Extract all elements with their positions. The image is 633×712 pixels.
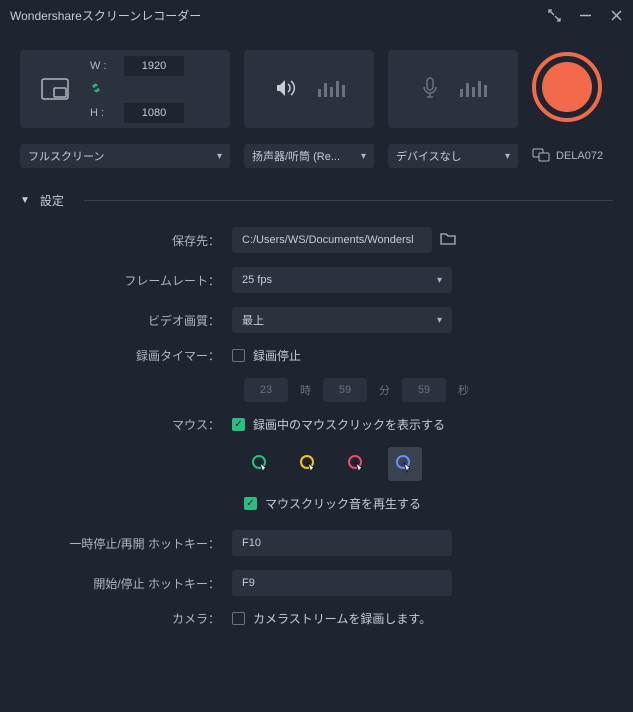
system-audio-value: 扬声器/听筒 (Re... (252, 148, 340, 164)
width-label: W : (90, 60, 116, 72)
camera-record-label: カメラストリームを録画します。 (253, 610, 431, 627)
settings-header[interactable]: ▼ 設定 (0, 172, 633, 217)
record-button[interactable] (532, 52, 602, 122)
chevron-down-icon: ▾ (361, 151, 366, 162)
audio-level-icon (318, 81, 345, 97)
quality-value: 最上 (242, 312, 264, 328)
system-audio-panel[interactable] (244, 50, 374, 128)
record-button-inner (542, 62, 592, 112)
microphone-select[interactable]: デバイスなし ▾ (388, 144, 518, 168)
link-aspect-icon[interactable] (90, 82, 102, 97)
width-input[interactable] (124, 56, 184, 76)
monitors-icon (532, 148, 550, 165)
window-controls (548, 9, 623, 22)
show-clicks-checkbox[interactable] (232, 418, 245, 431)
collapse-caret-icon: ▼ (20, 195, 30, 206)
timer-minutes-input[interactable] (323, 378, 367, 402)
window-title: Wondershareスクリーンレコーダー (10, 7, 201, 24)
timer-seconds-unit: 秒 (458, 382, 469, 398)
system-audio-select[interactable]: 扬声器/听筒 (Re... ▾ (244, 144, 374, 168)
expand-icon[interactable] (548, 9, 561, 22)
select-row: フルスクリーン ▾ 扬声器/听筒 (Re... ▾ デバイスなし ▾ DELA0… (0, 136, 633, 172)
timer-hours-input[interactable] (244, 378, 288, 402)
timer-stop-label: 録画停止 (253, 347, 301, 364)
click-color-option[interactable] (340, 447, 374, 481)
microphone-icon (420, 76, 440, 103)
timer-minutes-unit: 分 (379, 382, 390, 398)
save-path-label: 保存先： (30, 232, 220, 249)
click-color-option[interactable] (388, 447, 422, 481)
camera-label: カメラ： (30, 610, 220, 627)
click-sound-checkbox[interactable] (244, 497, 257, 510)
mouse-label: マウス： (30, 416, 220, 433)
screen-mode-value: フルスクリーン (28, 148, 104, 164)
timer-stop-checkbox[interactable] (232, 349, 245, 362)
output-device: DELA072 (532, 148, 603, 165)
quality-select[interactable]: 最上 ▾ (232, 307, 452, 333)
close-icon[interactable] (610, 9, 623, 22)
click-color-options (244, 447, 603, 481)
chevron-down-icon: ▾ (437, 315, 442, 326)
minimize-icon[interactable] (579, 9, 592, 22)
chevron-down-icon: ▾ (217, 151, 222, 162)
click-sound-label: マウスクリック音を再生する (265, 495, 421, 512)
settings-label: 設定 (40, 192, 64, 209)
camera-record-checkbox[interactable] (232, 612, 245, 625)
pause-hotkey-input[interactable] (232, 530, 452, 556)
screen-region-icon[interactable] (20, 78, 90, 100)
screen-panel: W : H : (20, 50, 230, 128)
save-path-input[interactable] (232, 227, 432, 253)
microphone-panel[interactable] (388, 50, 518, 128)
pause-hotkey-label: 一時停止/再開 ホットキー： (30, 535, 220, 552)
framerate-select[interactable]: 25 fps ▾ (232, 267, 452, 293)
timer-hours-unit: 時 (300, 382, 311, 398)
folder-icon[interactable] (440, 232, 456, 248)
timer-inputs: 時 分 秒 (244, 378, 603, 402)
chevron-down-icon: ▾ (505, 151, 510, 162)
settings-form: 保存先： フレームレート： 25 fps ▾ ビデオ画質： 最上 ▾ 録画タイマ… (0, 217, 633, 651)
quality-label: ビデオ画質： (30, 312, 220, 329)
titlebar: Wondershareスクリーンレコーダー (0, 0, 633, 30)
timer-label: 録画タイマー： (30, 347, 220, 364)
start-hotkey-label: 開始/停止 ホットキー： (30, 575, 220, 592)
start-hotkey-input[interactable] (232, 570, 452, 596)
timer-seconds-input[interactable] (402, 378, 446, 402)
height-label: H : (90, 107, 116, 119)
divider (84, 200, 613, 201)
capture-panels: W : H : (0, 30, 633, 136)
framerate-value: 25 fps (242, 274, 272, 286)
speaker-icon (274, 77, 298, 102)
height-input[interactable] (124, 103, 184, 123)
show-clicks-label: 録画中のマウスクリックを表示する (253, 416, 445, 433)
microphone-value: デバイスなし (396, 148, 462, 164)
screen-mode-select[interactable]: フルスクリーン ▾ (20, 144, 230, 168)
chevron-down-icon: ▾ (437, 275, 442, 286)
device-name: DELA072 (556, 150, 603, 162)
dimension-inputs: W : H : (90, 56, 194, 123)
mic-level-icon (460, 81, 487, 97)
framerate-label: フレームレート： (30, 272, 220, 289)
click-color-option[interactable] (244, 447, 278, 481)
click-color-option[interactable] (292, 447, 326, 481)
